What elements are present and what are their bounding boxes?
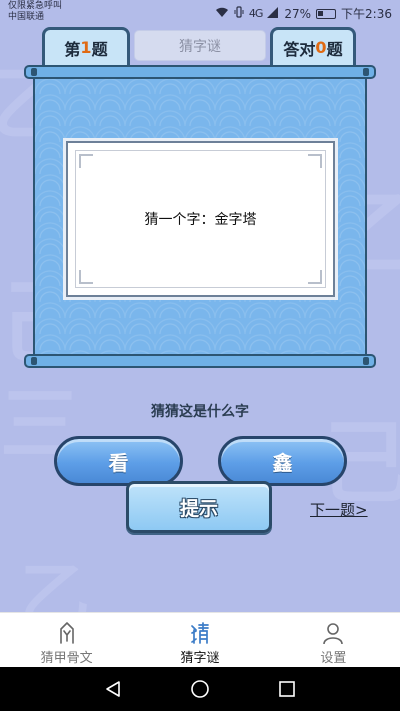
- system-nav-bar: [0, 667, 400, 711]
- network-type: 4G: [248, 7, 263, 20]
- nav-item-settings[interactable]: 设置: [267, 613, 400, 667]
- scroll-top-rod: [24, 65, 376, 79]
- riddle-text: 猜一个字：金字塔: [144, 212, 257, 228]
- oracle-bone-icon: [54, 620, 80, 646]
- frame-corner: [79, 154, 93, 168]
- clock: 下午2:36: [341, 7, 392, 21]
- nav-label-riddle: 猜字谜: [180, 651, 220, 666]
- hint-button[interactable]: 提示: [126, 481, 272, 533]
- correct-prefix: 答对: [283, 39, 316, 59]
- correct-number: 0: [315, 38, 327, 57]
- vibrate-icon: [234, 6, 244, 21]
- status-icons: 4G 27% 下午2:36: [215, 5, 392, 22]
- riddle-card: 猜一个字：金字塔: [66, 141, 335, 297]
- nav-label-settings: 设置: [320, 651, 347, 666]
- nav-item-riddle[interactable]: 猜字谜: [133, 613, 266, 667]
- level-suffix: 题: [91, 39, 108, 59]
- level-prefix: 第: [64, 39, 81, 59]
- recents-icon[interactable]: [276, 678, 298, 700]
- next-question-link[interactable]: 下一题>: [310, 499, 368, 520]
- page-title: 猜字谜: [134, 30, 266, 61]
- person-icon: [320, 620, 346, 646]
- nav-item-oracle[interactable]: 猜甲骨文: [0, 613, 133, 667]
- riddle-icon: [187, 620, 213, 646]
- back-icon[interactable]: [102, 678, 124, 700]
- frame-corner: [308, 270, 322, 284]
- correct-count-indicator: 答对 0 题: [270, 27, 356, 65]
- level-number: 1: [80, 38, 92, 57]
- correct-suffix: 题: [326, 39, 343, 59]
- nav-label-oracle: 猜甲骨文: [40, 651, 93, 666]
- carrier-line-2: 中国联通: [8, 12, 45, 22]
- battery-icon: [316, 8, 337, 19]
- battery-percent: 27%: [284, 6, 312, 21]
- frame-corner: [308, 154, 322, 168]
- status-bar: 仅限紧急呼叫 中国联通 4G 27% 下午2:36: [0, 0, 400, 26]
- frame-corner: [79, 270, 93, 284]
- carrier-line-1: 仅限紧急呼叫: [8, 1, 63, 11]
- wifi-icon: [215, 7, 229, 21]
- home-icon[interactable]: [189, 678, 211, 700]
- level-indicator: 第1题: [42, 27, 130, 65]
- question-prompt: 猜猜这是什么字: [151, 404, 249, 420]
- bottom-nav: 猜甲骨文 猜字谜 设置: [0, 612, 400, 667]
- answer-button-2[interactable]: 鑫: [218, 436, 347, 486]
- scroll-bottom-rod: [24, 354, 376, 368]
- signal-icon: [267, 6, 279, 21]
- carrier-info: 仅限紧急呼叫 中国联通: [8, 1, 62, 23]
- answer-button-1[interactable]: 看: [54, 436, 183, 486]
